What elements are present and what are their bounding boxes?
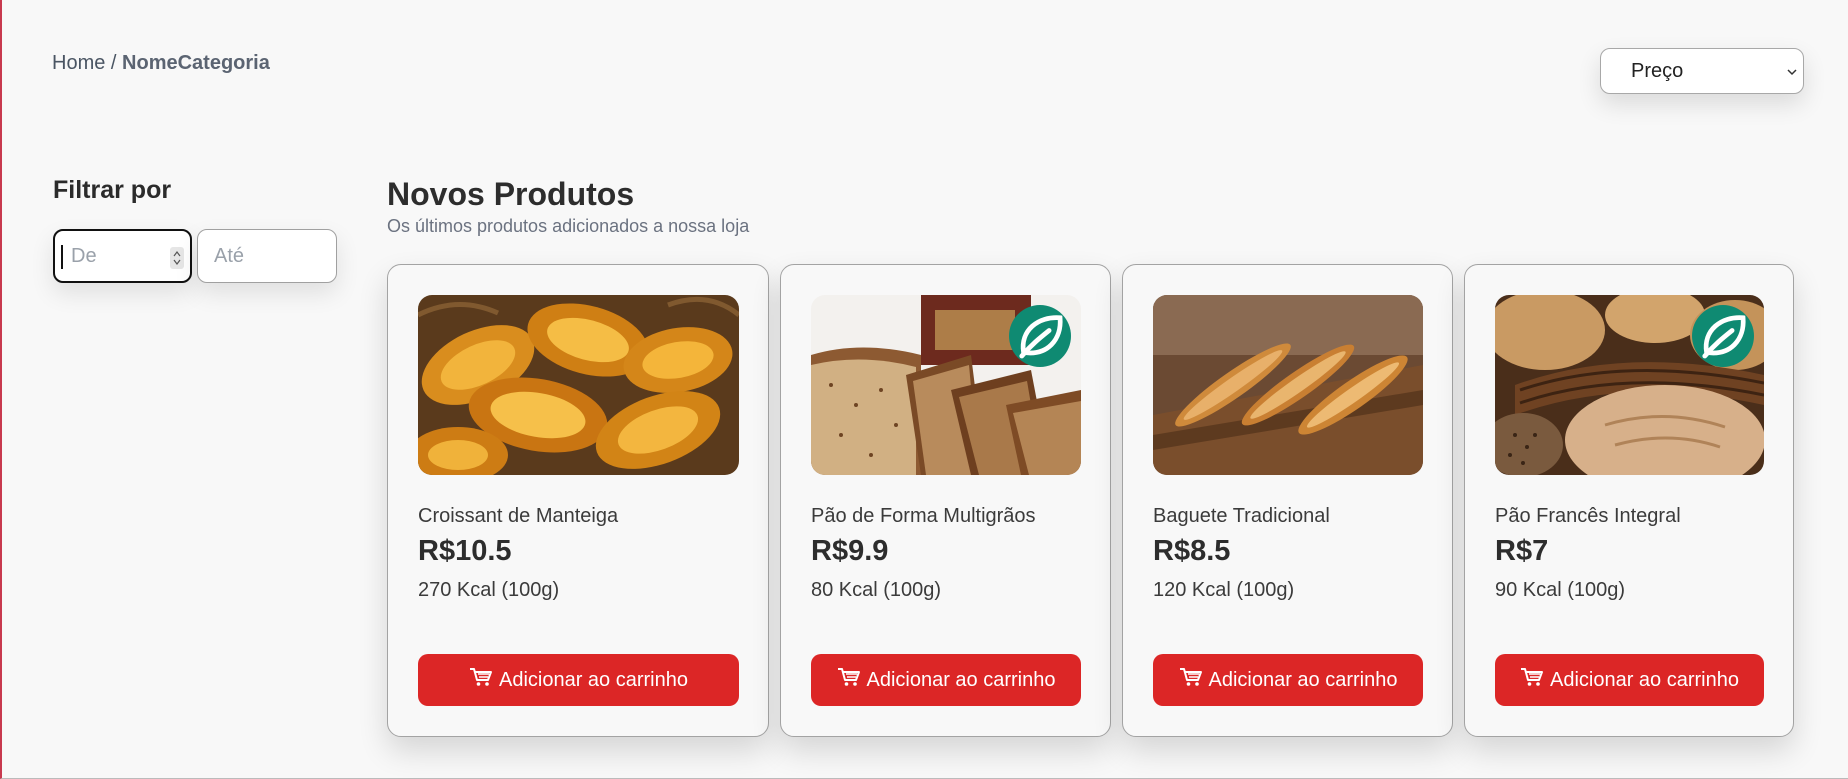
product-image bbox=[418, 295, 739, 475]
product-card[interactable]: Baguete Tradicional R$8.5 120 Kcal (100g… bbox=[1122, 264, 1453, 737]
product-price: R$9.9 bbox=[811, 535, 889, 567]
chevron-down-icon bbox=[1787, 63, 1797, 79]
price-from-input[interactable]: De bbox=[53, 229, 192, 283]
product-name: Croissant de Manteiga bbox=[418, 505, 619, 527]
price-to-input[interactable]: Até bbox=[197, 229, 337, 283]
text-caret bbox=[61, 245, 63, 269]
breadcrumb: Home / NomeCategoria bbox=[52, 52, 270, 75]
product-name: Baguete Tradicional bbox=[1153, 505, 1330, 527]
product-card[interactable]: Pão de Forma Multigrãos R$9.9 80 Kcal (1… bbox=[780, 264, 1111, 737]
leaf-icon bbox=[1692, 305, 1754, 367]
add-to-cart-button[interactable]: Adicionar ao carrinho bbox=[1153, 654, 1423, 706]
product-image bbox=[811, 295, 1081, 475]
cart-icon bbox=[1520, 667, 1544, 693]
product-image bbox=[1153, 295, 1423, 475]
add-to-cart-button[interactable]: Adicionar ao carrinho bbox=[418, 654, 739, 706]
filter-title: Filtrar por bbox=[53, 176, 172, 204]
breadcrumb-separator: / bbox=[105, 52, 123, 74]
product-kcal: 80 Kcal (100g) bbox=[811, 579, 942, 601]
breadcrumb-current: NomeCategoria bbox=[122, 52, 270, 74]
cart-icon bbox=[837, 667, 861, 693]
product-price: R$10.5 bbox=[418, 535, 512, 567]
product-kcal: 90 Kcal (100g) bbox=[1495, 579, 1626, 601]
sort-select-value: Preço bbox=[1631, 59, 1684, 82]
section-subtitle: Os últimos produtos adicionados a nossa … bbox=[387, 216, 750, 236]
product-name: Pão Francês Integral bbox=[1495, 505, 1681, 527]
product-image bbox=[1495, 295, 1764, 475]
price-to-placeholder: Até bbox=[214, 244, 245, 267]
cart-icon bbox=[1179, 667, 1203, 693]
product-price: R$7 bbox=[1495, 535, 1549, 567]
product-kcal: 120 Kcal (100g) bbox=[1153, 579, 1295, 601]
product-name: Pão de Forma Multigrãos bbox=[811, 505, 1036, 527]
add-to-cart-label: Adicionar ao carrinho bbox=[866, 668, 1056, 691]
product-price: R$8.5 bbox=[1153, 535, 1231, 567]
product-card[interactable]: Croissant de Manteiga R$10.5 270 Kcal (1… bbox=[387, 264, 769, 737]
leaf-icon bbox=[1009, 305, 1071, 367]
sort-select[interactable]: Preço bbox=[1600, 48, 1804, 94]
product-card[interactable]: Pão Francês Integral R$7 90 Kcal (100g) … bbox=[1464, 264, 1794, 737]
price-from-placeholder: De bbox=[71, 244, 97, 267]
section-title: Novos Produtos bbox=[387, 176, 635, 212]
add-to-cart-label: Adicionar ao carrinho bbox=[499, 668, 688, 691]
add-to-cart-label: Adicionar ao carrinho bbox=[1550, 668, 1739, 691]
breadcrumb-home[interactable]: Home bbox=[52, 52, 105, 74]
cart-icon bbox=[469, 667, 493, 693]
spinner-icon[interactable] bbox=[170, 247, 184, 269]
add-to-cart-label: Adicionar ao carrinho bbox=[1208, 668, 1398, 691]
add-to-cart-button[interactable]: Adicionar ao carrinho bbox=[1495, 654, 1764, 706]
product-kcal: 270 Kcal (100g) bbox=[418, 579, 560, 601]
add-to-cart-button[interactable]: Adicionar ao carrinho bbox=[811, 654, 1081, 706]
